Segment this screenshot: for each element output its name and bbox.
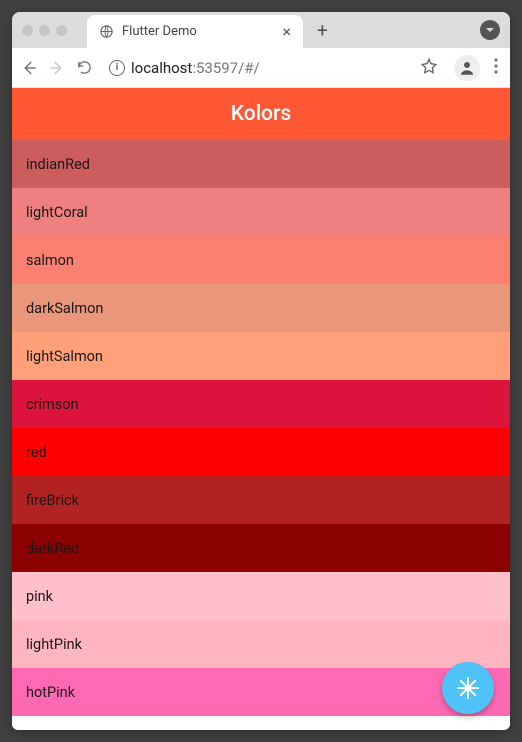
color-name-label: indianRed (26, 156, 90, 173)
color-name-label: darkRed (26, 540, 79, 557)
color-row[interactable]: fireBrick (12, 476, 510, 524)
tab-bar: Flutter Demo × + (12, 12, 510, 48)
color-row[interactable]: crimson (12, 380, 510, 428)
profile-avatar[interactable] (454, 55, 480, 81)
app-viewport: Kolors indianRed lightCoral salmon darkSalm… (12, 88, 510, 730)
close-tab-icon[interactable]: × (282, 22, 291, 41)
tab-title: Flutter Demo (122, 24, 274, 39)
browser-window: Flutter Demo × + i localhost:53597/#/ (12, 12, 510, 730)
color-list[interactable]: indianRed lightCoral salmon darkSalmon light… (12, 140, 510, 716)
color-name-label: lightSalmon (26, 348, 103, 365)
color-name-label: crimson (26, 396, 79, 413)
reload-button[interactable] (76, 59, 93, 76)
browser-tab[interactable]: Flutter Demo × (87, 15, 303, 48)
color-row[interactable]: lightPink (12, 620, 510, 668)
color-row[interactable]: indianRed (12, 140, 510, 188)
fab-button[interactable] (442, 662, 494, 714)
browser-toolbar: i localhost:53597/#/ (12, 48, 510, 88)
color-row[interactable]: pink (12, 572, 510, 620)
browser-menu-button[interactable] (490, 58, 502, 78)
traffic-close[interactable] (22, 25, 33, 36)
bookmark-star-icon[interactable] (420, 57, 438, 79)
color-row[interactable]: salmon (12, 236, 510, 284)
chevron-down-icon (485, 25, 495, 35)
forward-button[interactable] (48, 59, 66, 77)
app-bar: Kolors (12, 88, 510, 140)
site-info-icon[interactable]: i (109, 60, 125, 76)
color-row[interactable]: darkRed (12, 524, 510, 572)
color-name-label: salmon (26, 252, 74, 269)
traffic-minimize[interactable] (39, 25, 50, 36)
snowflake-icon (456, 676, 480, 700)
color-row[interactable]: lightCoral (12, 188, 510, 236)
url-bar[interactable]: i localhost:53597/#/ (103, 53, 444, 83)
globe-icon (99, 24, 114, 39)
person-icon (458, 59, 476, 77)
color-name-label: hotPink (26, 684, 75, 701)
color-row[interactable]: hotPink (12, 668, 510, 716)
traffic-maximize[interactable] (56, 25, 67, 36)
url-host: localhost:53597/#/ (131, 59, 260, 77)
color-name-label: red (26, 444, 47, 461)
color-name-label: lightPink (26, 636, 82, 653)
color-name-label: lightCoral (26, 204, 88, 221)
tabs-dropdown-button[interactable] (480, 20, 500, 40)
new-tab-button[interactable]: + (317, 19, 328, 42)
color-name-label: darkSalmon (26, 300, 103, 317)
color-name-label: fireBrick (26, 492, 79, 509)
color-name-label: pink (26, 588, 53, 605)
back-button[interactable] (20, 59, 38, 77)
color-row[interactable]: lightSalmon (12, 332, 510, 380)
app-title: Kolors (231, 102, 291, 126)
color-row[interactable]: red (12, 428, 510, 476)
color-row[interactable]: darkSalmon (12, 284, 510, 332)
